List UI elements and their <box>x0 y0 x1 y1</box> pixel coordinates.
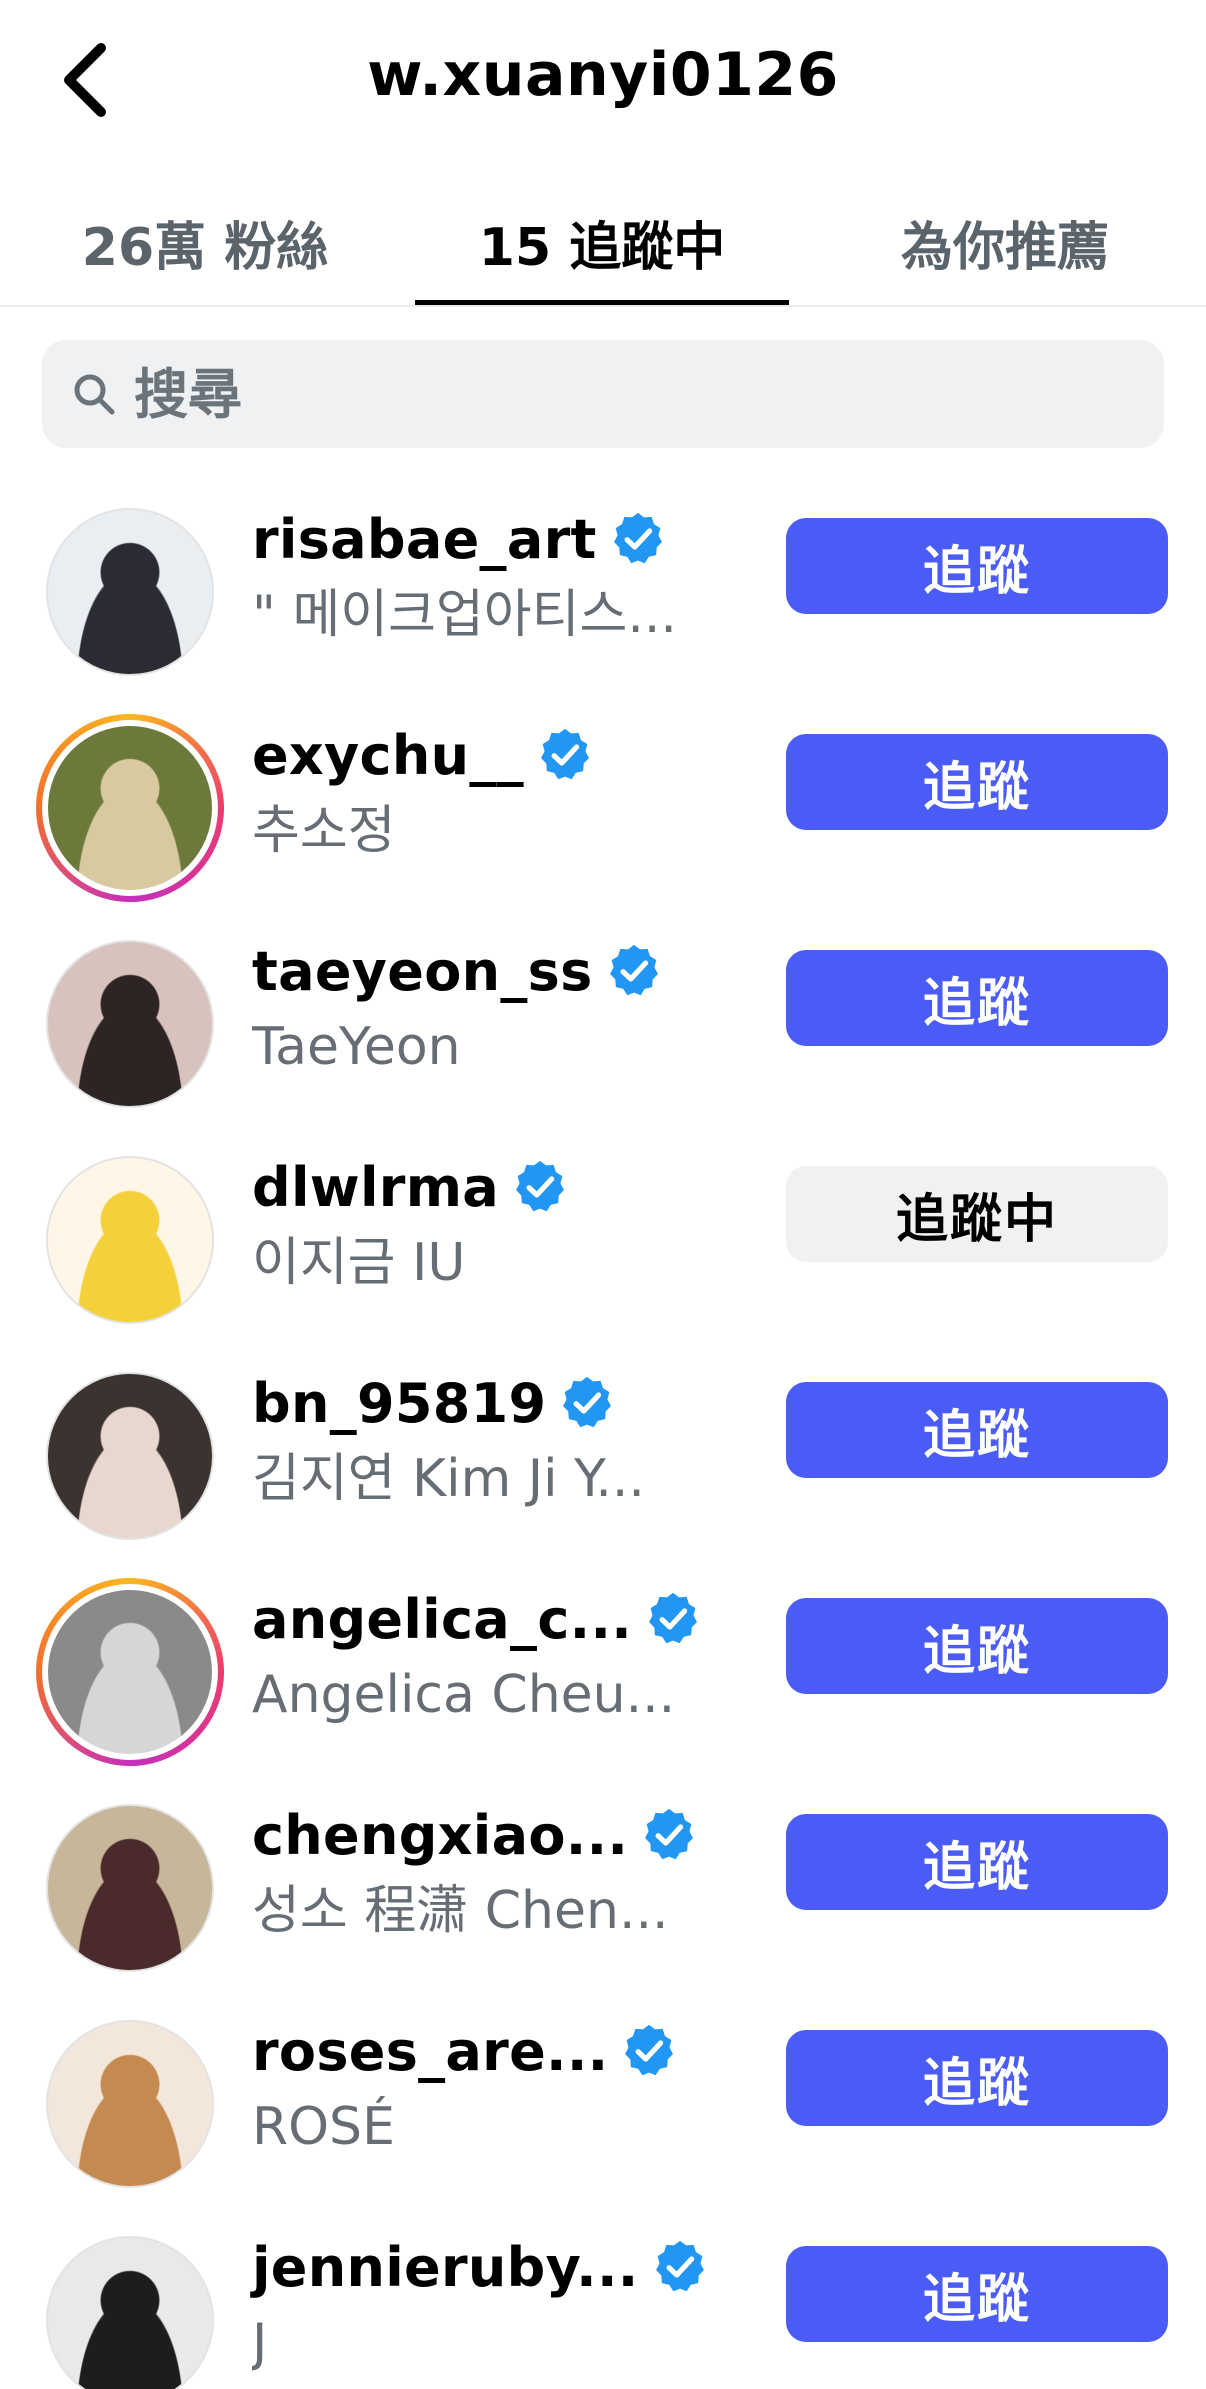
list-item[interactable]: dlwlrma 이지금 IU 追蹤中 <box>0 1126 1206 1342</box>
display-name: Angelica Cheu... <box>252 1665 676 1725</box>
user-info[interactable]: exychu__ 추소정 <box>252 716 722 866</box>
user-info[interactable]: jennieruby... J <box>252 2228 722 2378</box>
username: jennieruby... <box>252 2235 639 2299</box>
username: dlwlrma <box>252 1155 499 1219</box>
username: risabae_art <box>252 507 597 571</box>
search-icon <box>74 374 115 415</box>
list-item[interactable]: chengxiao... 성소 程潇 Chen... 追蹤 <box>0 1774 1206 1990</box>
verified-badge-icon <box>613 512 662 564</box>
display-name: " 메이크업아티스... <box>252 585 677 645</box>
avatar-frame[interactable] <box>36 1146 224 1334</box>
avatar-frame[interactable] <box>36 930 224 1118</box>
avatar <box>46 2020 214 2188</box>
display-name: 이지금 IU <box>252 1233 466 1293</box>
follow-button[interactable]: 追蹤 <box>786 1814 1168 1910</box>
avatar <box>46 940 214 1108</box>
avatar <box>46 1156 214 1324</box>
list-item[interactable]: jennieruby... J 追蹤 <box>0 2206 1206 2389</box>
avatar <box>48 726 212 890</box>
avatar <box>46 1804 214 1972</box>
verified-badge-icon <box>541 728 589 780</box>
follow-button[interactable]: 追蹤 <box>786 1598 1168 1694</box>
display-name: 성소 程潇 Chen... <box>252 1881 669 1941</box>
verified-badge-icon <box>516 1160 564 1212</box>
avatar-frame[interactable] <box>36 1362 224 1550</box>
following-button[interactable]: 追蹤中 <box>786 1166 1168 1262</box>
username: taeyeon_ss <box>252 939 593 1003</box>
verified-badge-icon <box>609 944 658 996</box>
user-info[interactable]: risabae_art " 메이크업아티스... <box>252 500 722 650</box>
list-item[interactable]: exychu__ 추소정 追蹤 <box>0 694 1206 910</box>
user-info[interactable]: dlwlrma 이지금 IU <box>252 1148 722 1298</box>
display-name: ROSÉ <box>252 2097 395 2157</box>
tab-following[interactable]: 15 追蹤中 <box>415 205 789 305</box>
avatar <box>48 1590 212 1754</box>
search-input[interactable] <box>134 362 1034 426</box>
following-list: risabae_art " 메이크업아티스... 追蹤 exychu__ 추소정 <box>0 478 1206 2389</box>
user-info[interactable]: taeyeon_ss TaeYeon <box>252 932 722 1082</box>
follow-button[interactable]: 追蹤 <box>786 518 1168 614</box>
display-name: TaeYeon <box>252 1017 461 1077</box>
username: bn_95819 <box>252 1371 547 1435</box>
username: exychu__ <box>252 723 524 787</box>
active-tab-indicator <box>415 300 789 305</box>
avatar-frame[interactable] <box>36 2010 224 2198</box>
avatar <box>46 508 214 676</box>
avatar-frame[interactable] <box>36 1794 224 1982</box>
display-name: 추소정 <box>252 801 396 861</box>
avatar <box>46 2236 214 2389</box>
username: chengxiao... <box>252 1803 629 1867</box>
user-info[interactable]: roses_are... ROSÉ <box>252 2012 722 2162</box>
tab-suggested[interactable]: 為你推薦 <box>870 205 1140 305</box>
display-name: 김지연 Kim Ji Y... <box>252 1449 645 1509</box>
list-item[interactable]: risabae_art " 메이크업아티스... 追蹤 <box>0 478 1206 694</box>
verified-badge-icon <box>645 1808 694 1860</box>
verified-badge-icon <box>563 1376 612 1428</box>
verified-badge-icon <box>649 1592 698 1644</box>
follow-button[interactable]: 追蹤 <box>786 2030 1168 2126</box>
user-info[interactable]: bn_95819 김지연 Kim Ji Y... <box>252 1364 722 1514</box>
list-item[interactable]: angelica_c... Angelica Cheu... 追蹤 <box>0 1558 1206 1774</box>
user-info[interactable]: angelica_c... Angelica Cheu... <box>252 1580 722 1730</box>
story-ring[interactable] <box>36 714 224 902</box>
username: angelica_c... <box>252 1587 633 1651</box>
list-item[interactable]: taeyeon_ss TaeYeon 追蹤 <box>0 910 1206 1126</box>
search-bar[interactable] <box>42 340 1164 448</box>
follow-button[interactable]: 追蹤 <box>786 2246 1168 2342</box>
follow-button[interactable]: 追蹤 <box>786 950 1168 1046</box>
avatar-frame[interactable] <box>36 498 224 686</box>
avatar <box>46 1372 214 1540</box>
page-title: w.xuanyi0126 <box>367 40 839 110</box>
tab-bar: 26萬 粉絲 15 追蹤中 為你推薦 <box>0 195 1206 307</box>
avatar-frame[interactable] <box>36 2226 224 2389</box>
list-item[interactable]: bn_95819 김지연 Kim Ji Y... 追蹤 <box>0 1342 1206 1558</box>
top-bar: w.xuanyi0126 <box>0 0 1206 160</box>
follow-button[interactable]: 追蹤 <box>786 734 1168 830</box>
list-item[interactable]: roses_are... ROSÉ 追蹤 <box>0 1990 1206 2206</box>
tab-followers[interactable]: 26萬 粉絲 <box>60 205 350 305</box>
follow-button[interactable]: 追蹤 <box>786 1382 1168 1478</box>
verified-badge-icon <box>655 2240 704 2292</box>
verified-badge-icon <box>625 2024 674 2076</box>
display-name: J <box>252 2313 268 2373</box>
story-ring[interactable] <box>36 1578 224 1766</box>
user-info[interactable]: chengxiao... 성소 程潇 Chen... <box>252 1796 722 1946</box>
username: roses_are... <box>252 2019 609 2083</box>
